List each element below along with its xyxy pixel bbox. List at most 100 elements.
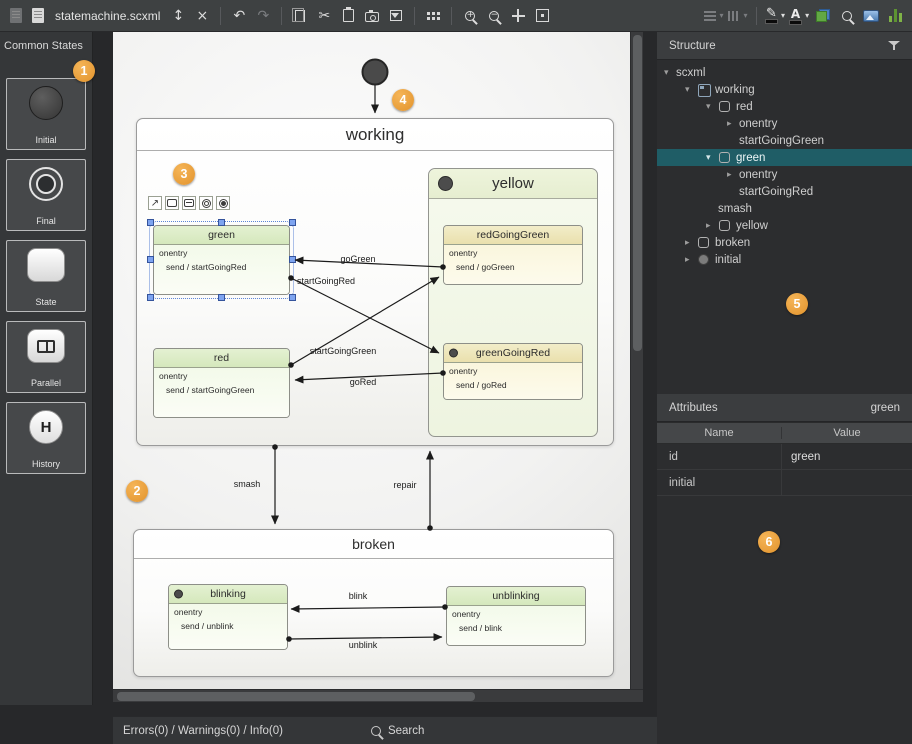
expander-icon[interactable]	[706, 102, 718, 112]
tree-item-broken[interactable]: broken	[657, 234, 912, 251]
file-tab-label[interactable]: statemachine.scxml	[55, 9, 160, 23]
palette-item-parallel[interactable]: Parallel	[6, 321, 86, 393]
state-tool-icon[interactable]	[165, 196, 179, 210]
tree-item-red[interactable]: red	[657, 98, 912, 115]
palette-item-initial[interactable]: Initial	[6, 78, 86, 150]
state-greenGoingRed[interactable]: greenGoingRed onentry send / goRed	[443, 343, 583, 400]
transition-label-goGreen[interactable]: goGreen	[340, 254, 375, 264]
state-green[interactable]: green onentry send / startGoingRed	[153, 225, 290, 295]
diagram-canvas[interactable]: working broken yellow ↗ green onentry se…	[113, 32, 630, 689]
state-title-text: blinking	[210, 588, 246, 600]
transition-label-startGoingRed[interactable]: startGoingRed	[297, 276, 355, 286]
navigator-icon[interactable]	[422, 4, 444, 28]
cut-icon[interactable]: ✂	[313, 4, 335, 28]
state-body: onentry send / goRed	[444, 363, 582, 399]
state-body: onentry send / blink	[447, 606, 585, 645]
screenshot-icon[interactable]	[361, 4, 383, 28]
selection-handle[interactable]	[147, 256, 154, 263]
close-tab-icon[interactable]: ×	[191, 4, 213, 28]
expander-icon[interactable]	[706, 153, 718, 163]
zoom-in-icon[interactable]: +	[459, 4, 481, 28]
attribute-value[interactable]: green	[782, 444, 912, 469]
selection-handle[interactable]	[289, 294, 296, 301]
selection-handle[interactable]	[147, 219, 154, 226]
state-title: green	[154, 226, 289, 245]
final-tool-icon[interactable]	[199, 196, 213, 210]
statistics-icon[interactable]	[884, 4, 906, 28]
palette-item-history[interactable]: H History	[6, 402, 86, 474]
undo-icon[interactable]: ↶	[228, 4, 250, 28]
expander-icon[interactable]	[727, 170, 739, 180]
zoom-out-icon[interactable]: −	[483, 4, 505, 28]
fit-to-view-icon[interactable]	[531, 4, 553, 28]
selection-handle[interactable]	[147, 294, 154, 301]
tree-item-onentry[interactable]: onentry	[657, 166, 912, 183]
expander-icon[interactable]	[664, 68, 676, 78]
redo-icon[interactable]: ↷	[252, 4, 274, 28]
export-canvas-icon[interactable]	[385, 4, 407, 28]
expander-icon[interactable]	[685, 85, 697, 95]
align-glyph	[704, 11, 716, 21]
attribute-value[interactable]	[782, 470, 912, 495]
panorama-icon[interactable]	[860, 4, 882, 28]
tree-item-scxml[interactable]: scxml	[657, 64, 912, 81]
pen-glyph: ✎	[765, 7, 778, 24]
selection-handle[interactable]	[289, 256, 296, 263]
send-action: send / blink	[452, 623, 580, 633]
expander-icon[interactable]	[706, 221, 718, 231]
horizontal-scrollbar[interactable]	[113, 689, 643, 702]
copy-icon[interactable]	[289, 4, 311, 28]
state-redGoingGreen[interactable]: redGoingGreen onentry send / goGreen	[443, 225, 583, 285]
attribute-row-initial[interactable]: initial	[657, 470, 912, 496]
palette-item-final[interactable]: Final	[6, 159, 86, 231]
state-unblinking[interactable]: unblinking onentry send / blink	[446, 586, 586, 646]
initial-tool-icon[interactable]	[216, 196, 230, 210]
align-states-icon[interactable]: ▾	[703, 4, 725, 28]
font-color-icon[interactable]: A▾	[788, 4, 810, 28]
transition-label-repair[interactable]: repair	[393, 480, 416, 490]
quick-tools-bar: ↗	[148, 196, 230, 210]
filter-icon[interactable]	[888, 40, 900, 51]
tree-item-working[interactable]: working	[657, 81, 912, 98]
transition-label-blink[interactable]: blink	[349, 591, 368, 601]
transition-tool-icon[interactable]: ↗	[148, 196, 162, 210]
selection-handle[interactable]	[289, 219, 296, 226]
substate-tool-icon[interactable]	[182, 196, 196, 210]
horizontal-scrollbar-thumb[interactable]	[117, 692, 475, 701]
tree-item-startGoingRed[interactable]: startGoingRed	[657, 183, 912, 200]
selection-handle[interactable]	[218, 294, 225, 301]
tree-item-green-selected[interactable]: green	[657, 149, 912, 166]
selection-handle[interactable]	[218, 219, 225, 226]
expander-icon[interactable]	[685, 238, 697, 248]
paste-icon[interactable]	[337, 4, 359, 28]
toolbar-search-icon[interactable]	[836, 4, 858, 28]
transition-label-unblink[interactable]: unblink	[349, 640, 378, 650]
palette-item-state[interactable]: State	[6, 240, 86, 312]
callout-badge-1: 1	[73, 60, 95, 82]
tree-item-onentry[interactable]: onentry	[657, 115, 912, 132]
search-label[interactable]: Search	[388, 725, 424, 737]
color-theme-icon[interactable]	[812, 4, 834, 28]
state-red[interactable]: red onentry send / startGoingGreen	[153, 348, 290, 418]
fill-color-icon[interactable]: ✎▾	[764, 4, 786, 28]
pan-icon[interactable]	[507, 4, 529, 28]
tree-item-initial[interactable]: initial	[657, 251, 912, 268]
expander-icon[interactable]	[727, 119, 739, 129]
tree-item-startGoingGreen[interactable]: startGoingGreen	[657, 132, 912, 149]
tab-switcher-icon[interactable]: ↕	[167, 4, 189, 28]
transition-label-smash[interactable]: smash	[234, 479, 261, 489]
vertical-scrollbar-thumb[interactable]	[633, 35, 642, 351]
column-name[interactable]: Name	[657, 427, 782, 439]
parallel-glyph	[37, 340, 55, 353]
tree-item-yellow[interactable]: yellow	[657, 217, 912, 234]
adjust-states-icon[interactable]: ▾	[727, 4, 749, 28]
transition-label-goRed[interactable]: goRed	[350, 377, 377, 387]
attribute-row-id[interactable]: id green	[657, 444, 912, 470]
expander-icon[interactable]	[685, 255, 697, 265]
vertical-scrollbar[interactable]	[630, 32, 643, 689]
issues-counter[interactable]: Errors(0) / Warnings(0) / Info(0)	[123, 725, 283, 737]
state-blinking[interactable]: blinking onentry send / unblink	[168, 584, 288, 650]
transition-label-startGoingGreen[interactable]: startGoingGreen	[310, 346, 377, 356]
tree-item-smash[interactable]: smash	[657, 200, 912, 217]
column-value[interactable]: Value	[782, 427, 912, 439]
